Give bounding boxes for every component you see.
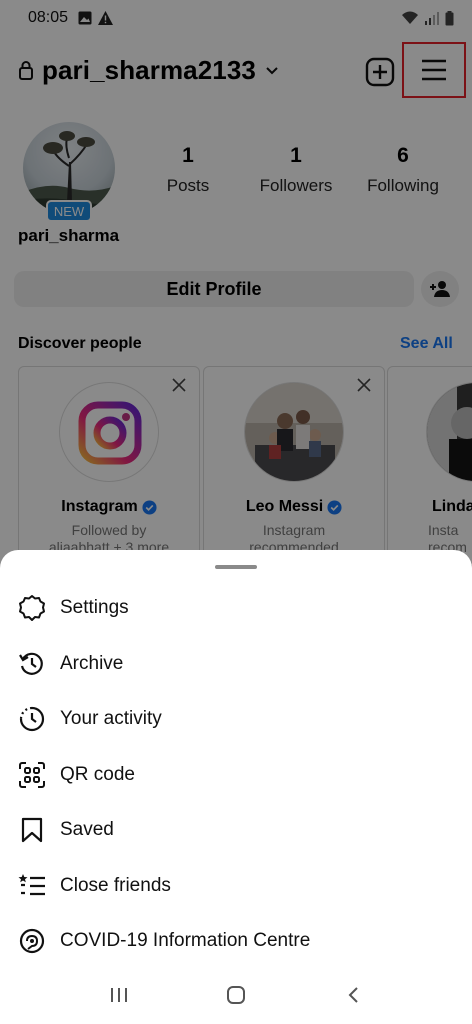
menu-item-archive[interactable]: Archive [0,637,472,691]
activity-icon [18,705,46,733]
menu-item-qr-code[interactable]: QR code [0,748,472,802]
menu-item-label: QR code [60,764,135,785]
bookmark-icon [18,816,46,844]
menu-item-settings[interactable]: Settings [0,581,472,635]
menu-item-label: COVID-19 Information Centre [60,930,311,951]
menu-item-label: Close friends [60,875,171,896]
qr-code-icon [18,761,46,789]
menu-item-label: Archive [60,653,124,674]
archive-icon [18,650,46,678]
recent-apps-icon [110,988,127,1002]
covid-info-icon [18,927,46,955]
menu-item-your-activity[interactable]: Your activity [0,692,472,746]
menu-item-saved[interactable]: Saved [0,803,472,857]
home-icon [226,986,245,1004]
home-button[interactable] [220,979,252,1011]
menu-item-close-friends[interactable]: Close friends [0,859,472,913]
close-friends-icon [18,872,46,900]
menu-item-label: Your activity [60,708,162,729]
drag-handle[interactable] [215,565,257,569]
back-button[interactable] [337,979,369,1011]
menu-bottom-sheet: Settings Archive Your activity QR code S… [0,550,472,1024]
menu-item-label: Saved [60,819,114,840]
system-nav-bar [0,966,472,1024]
menu-item-covid-info[interactable]: COVID-19 Information Centre [0,914,472,968]
settings-icon [18,594,46,622]
menu-item-label: Settings [60,597,129,618]
recent-apps-button[interactable] [103,979,135,1011]
back-icon [348,987,359,1003]
